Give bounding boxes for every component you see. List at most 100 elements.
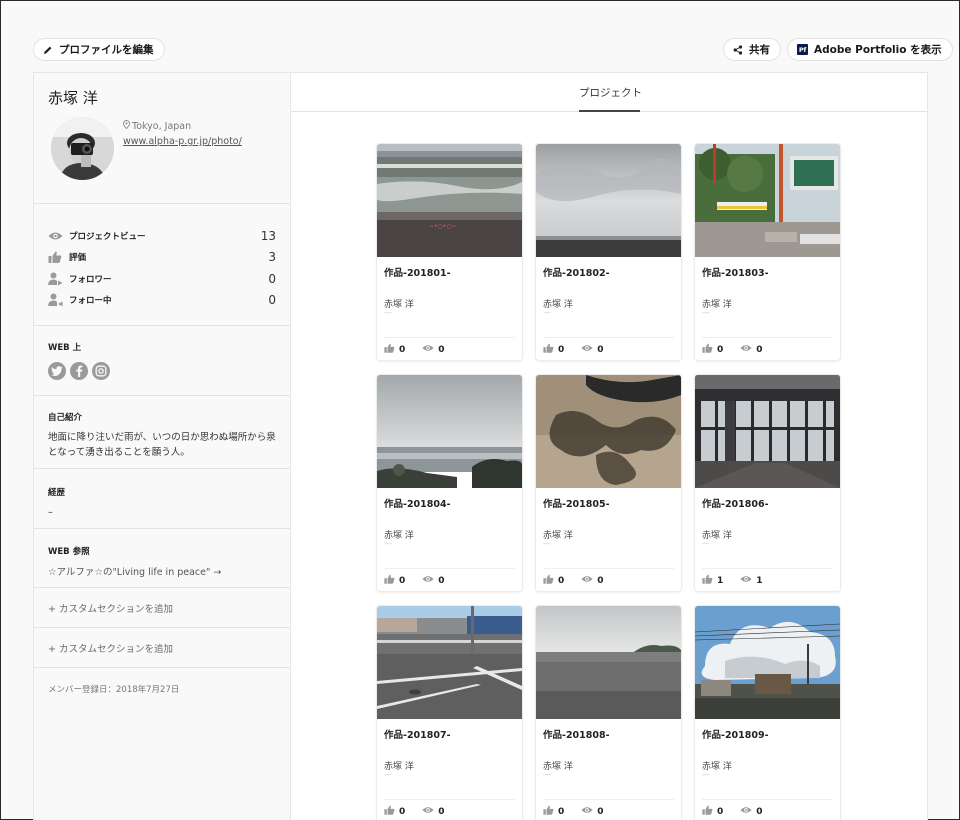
- edit-profile-button[interactable]: プロファイルを編集: [33, 38, 165, 61]
- project-thumbnail[interactable]: [536, 375, 681, 488]
- views-count: 0: [438, 575, 445, 586]
- member-since: メンバー登録日：2018年7月27日: [48, 685, 180, 695]
- project-field: —: [543, 308, 551, 317]
- profile-sidebar: 赤塚 洋 Tokyo, Japan www.alpha-p.gr.jp/phot…: [33, 72, 290, 820]
- following-icon: [48, 292, 68, 308]
- project-card[interactable]: 作品-201803- 赤塚 洋 — 0 0: [695, 144, 840, 360]
- facebook-icon[interactable]: [70, 362, 88, 380]
- avatar[interactable]: [51, 117, 114, 180]
- project-title[interactable]: 作品-201808-: [543, 727, 610, 741]
- likes-count: 1: [717, 575, 724, 586]
- likes-count: 0: [399, 344, 406, 355]
- follower-icon: [48, 271, 68, 287]
- add-custom-section-button[interactable]: + カスタムセクションを追加: [34, 628, 290, 668]
- card-divider: [702, 568, 833, 569]
- bio-text-line: となって湧き出ることを願う人。: [48, 447, 190, 458]
- project-title[interactable]: 作品-201807-: [384, 727, 451, 741]
- stat-following[interactable]: フォロー中 0: [48, 290, 276, 312]
- profile-header: 赤塚 洋 Tokyo, Japan www.alpha-p.gr.jp/phot…: [34, 73, 290, 204]
- eye-icon: [422, 575, 434, 586]
- instagram-icon[interactable]: [92, 362, 110, 380]
- card-divider: [543, 799, 674, 800]
- project-card[interactable]: 作品-201805- 赤塚 洋 — 0 0: [536, 375, 681, 591]
- website-link[interactable]: www.alpha-p.gr.jp/photo/: [123, 136, 242, 147]
- tab-projects[interactable]: プロジェクト: [579, 85, 642, 100]
- project-thumbnail[interactable]: [695, 144, 840, 257]
- card-divider: [384, 799, 515, 800]
- thumbs-up-icon: [384, 805, 395, 818]
- thumbs-up-icon: [702, 343, 713, 356]
- thumbs-up-icon: [543, 805, 554, 818]
- project-thumbnail[interactable]: [536, 144, 681, 257]
- stat-label: フォロー中: [69, 296, 112, 307]
- project-card[interactable]: 作品-201802- 赤塚 洋 — 0 0: [536, 144, 681, 360]
- project-stats: 0 0: [384, 574, 445, 587]
- pencil-icon: [43, 45, 53, 55]
- likes-count: 0: [717, 806, 724, 817]
- project-thumbnail[interactable]: [695, 375, 840, 488]
- project-stats: 0 0: [543, 343, 604, 356]
- project-title[interactable]: 作品-201802-: [543, 265, 610, 279]
- thumbs-up-icon: [543, 343, 554, 356]
- project-card[interactable]: 作品-201807- 赤塚 洋 — 0 0: [377, 606, 522, 820]
- project-title[interactable]: 作品-201805-: [543, 496, 610, 510]
- thumbs-up-icon: [702, 574, 713, 587]
- project-thumbnail[interactable]: [377, 606, 522, 719]
- project-stats: 0 0: [702, 805, 763, 818]
- stat-value: 3: [268, 250, 276, 265]
- project-stats: 1 1: [702, 574, 763, 587]
- eye-icon: [581, 575, 593, 586]
- project-field: —: [384, 308, 392, 317]
- web-reference-section: WEB 参照 ☆アルファ☆の"Living life in peace" →: [34, 529, 290, 588]
- profile-name: 赤塚 洋: [48, 89, 98, 107]
- bio-text-line: 地面に降り注いだ雨が、いつの日か思わぬ場所から泉: [48, 432, 276, 443]
- stat-followers[interactable]: フォロワー 0: [48, 268, 276, 290]
- project-field: —: [384, 539, 392, 548]
- project-thumbnail[interactable]: [536, 606, 681, 719]
- project-field: —: [702, 770, 710, 779]
- card-divider: [543, 568, 674, 569]
- views-count: 0: [438, 344, 445, 355]
- likes-count: 0: [558, 344, 565, 355]
- views-count: 0: [597, 806, 604, 817]
- stats-section: プロジェクトビュー 13 評価 3 フォロワー 0 フォロー中 0: [34, 204, 290, 326]
- project-title[interactable]: 作品-201803-: [702, 265, 769, 279]
- eye-icon: [740, 575, 752, 586]
- likes-count: 0: [399, 575, 406, 586]
- location-text: Tokyo, Japan: [132, 120, 192, 132]
- add-custom-section-button[interactable]: + カスタムセクションを追加: [34, 588, 290, 628]
- project-field: —: [543, 770, 551, 779]
- thumbs-up-icon: [384, 343, 395, 356]
- views-count: 0: [597, 344, 604, 355]
- stat-label: 評価: [69, 253, 87, 264]
- stat-label: フォロワー: [69, 274, 112, 285]
- share-label: 共有: [749, 44, 770, 56]
- likes-count: 0: [558, 806, 565, 817]
- project-thumbnail[interactable]: [695, 606, 840, 719]
- thumbs-up-icon: [543, 574, 554, 587]
- share-icon: [733, 44, 743, 55]
- project-card[interactable]: 作品-201808- 赤塚 洋 — 0 0: [536, 606, 681, 820]
- project-card[interactable]: 作品-201806- 赤塚 洋 — 1 1: [695, 375, 840, 591]
- web-reference-link[interactable]: ☆アルファ☆の"Living life in peace" →: [48, 564, 276, 578]
- bio-heading: 自己紹介: [48, 413, 83, 423]
- twitter-icon[interactable]: [48, 362, 66, 380]
- share-button[interactable]: 共有: [723, 38, 781, 61]
- thumbs-up-icon: [702, 805, 713, 818]
- project-title[interactable]: 作品-201806-: [702, 496, 769, 510]
- project-field: —: [543, 539, 551, 548]
- project-thumbnail[interactable]: [377, 375, 522, 488]
- project-thumbnail[interactable]: ~•○•○~: [377, 144, 522, 257]
- view-adobe-portfolio-button[interactable]: Pf Adobe Portfolio を表示: [787, 38, 953, 61]
- project-title[interactable]: 作品-201804-: [384, 496, 451, 510]
- project-stats: 0 0: [384, 343, 445, 356]
- views-count: 1: [756, 575, 763, 586]
- project-card[interactable]: 作品-201804- 赤塚 洋 — 0 0: [377, 375, 522, 591]
- project-title[interactable]: 作品-201801-: [384, 265, 451, 279]
- project-card[interactable]: 作品-201809- 赤塚 洋 — 0 0: [695, 606, 840, 820]
- project-title[interactable]: 作品-201809-: [702, 727, 769, 741]
- social-links: [48, 362, 276, 380]
- project-card[interactable]: ~•○•○~ 作品-201801- 赤塚 洋 — 0 0: [377, 144, 522, 360]
- location-pin-icon: [123, 120, 130, 132]
- stat-value: 0: [268, 293, 276, 308]
